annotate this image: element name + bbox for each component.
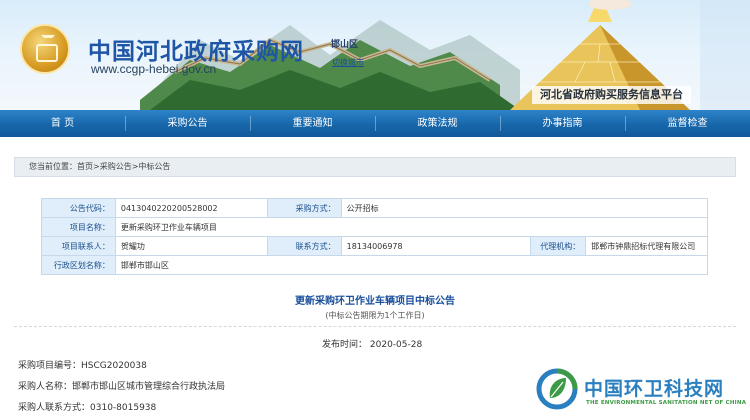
agency-label: 代理机构： <box>530 236 587 256</box>
nav-item-policies[interactable]: 政策法规 <box>375 110 500 137</box>
district-value: 邯郸市邯山区 <box>114 255 709 275</box>
nav-item-supervision[interactable]: 监督检查 <box>625 110 750 137</box>
purchaser-name: 采购人名称：邯郸市邯山区城市管理综合行政执法局 <box>18 379 225 392</box>
publish-time-value: 2020-05-28 <box>369 340 423 350</box>
breadcrumb-current: 中标公告 <box>138 162 171 171</box>
breadcrumb: 您当前位置：首页>采购公告>中标公告 <box>14 157 736 177</box>
divider <box>14 326 736 327</box>
district-label: 行政区划名称： <box>41 255 116 275</box>
nav-item-procurement-notice[interactable]: 采购公告 <box>125 110 250 137</box>
project-name-value: 更新采购环卫作业车辆项目 <box>114 217 709 237</box>
breadcrumb-section[interactable]: 采购公告 <box>100 162 132 171</box>
purchaser-name-label: 采购人名称： <box>18 382 73 392</box>
procurement-project-number: 采购项目编号：HSCG2020038 <box>18 358 147 371</box>
purchaser-contact: 采购人联系方式：0310-8015938 <box>18 400 156 413</box>
project-number-value: HSCG2020038 <box>81 361 147 371</box>
main-nav: 首 页 采购公告 重要通知 政策法规 办事指南 监督检查 <box>0 110 750 137</box>
nav-item-important-notice[interactable]: 重要通知 <box>250 110 375 137</box>
table-row: 行政区划名称： 邯郸市邯山区 <box>41 255 709 275</box>
breadcrumb-prefix: 您当前位置： <box>29 162 77 171</box>
notice-title: 更新采购环卫作业车辆项目中标公告 <box>295 296 455 307</box>
publish-time-label: 发布时间： <box>322 340 368 350</box>
table-row: 公告代码： 0413040220200528002 采购方式： 公开招标 <box>41 198 709 218</box>
table-row: 项目联系人： 贺耀功 联系方式： 18134006978 代理机构： 邯郸市钟鼎… <box>41 236 708 256</box>
announcement-code-value: 0413040220200528002 <box>114 198 268 218</box>
purchaser-contact-value: 0310-8015938 <box>90 403 157 413</box>
watermark-subtext: THE ENVIRONMENTAL SANITATION NET OF CHIN… <box>586 400 747 406</box>
government-emblem-icon <box>20 24 70 74</box>
announcement-info-table: 公告代码： 0413040220200528002 采购方式： 公开招标 项目名… <box>41 198 709 275</box>
breadcrumb-separator: > <box>93 162 100 171</box>
agency-value: 邯郸市钟鼎招标代理有限公司 <box>585 236 708 256</box>
nav-item-home[interactable]: 首 页 <box>0 110 125 137</box>
contact-phone-value: 18134006978 <box>340 236 532 256</box>
purchaser-contact-label: 采购人联系方式： <box>18 403 91 413</box>
switch-city-link[interactable]: 切换城市 <box>332 57 364 68</box>
header-banner: 中国河北政府采购网 www.ccgp-hebei.gov.cn 邯山区 切换城市… <box>0 0 750 110</box>
watermark-logo-icon <box>536 368 578 410</box>
watermark-text: 中国环卫科技网 <box>584 378 725 400</box>
table-row: 项目名称： 更新采购环卫作业车辆项目 <box>41 217 709 237</box>
purchaser-name-value: 邯郸市邯山区城市管理综合行政执法局 <box>72 382 226 392</box>
procurement-method-label: 采购方式： <box>266 198 342 218</box>
project-name-label: 项目名称： <box>41 217 116 237</box>
current-region: 邯山区 <box>331 40 359 50</box>
nav-item-guide[interactable]: 办事指南 <box>500 110 625 137</box>
notice-subtitle: (中标公告期限为1个工作日) <box>325 311 425 320</box>
project-number-label: 采购项目编号： <box>18 361 82 371</box>
site-title[interactable]: 中国河北政府采购网 <box>88 32 304 66</box>
platform-name[interactable]: 河北省政府购买服务信息平台 <box>532 86 691 104</box>
site-url: www.ccgp-hebei.gov.cn <box>91 62 217 76</box>
publish-time: 发布时间： 2020-05-28 <box>322 337 422 350</box>
project-contact-value: 贺耀功 <box>114 236 268 256</box>
project-contact-label: 项目联系人： <box>41 236 116 256</box>
procurement-method-value: 公开招标 <box>340 198 709 218</box>
announcement-code-label: 公告代码： <box>41 198 116 218</box>
contact-phone-label: 联系方式： <box>266 236 342 256</box>
breadcrumb-home[interactable]: 首页 <box>77 162 93 171</box>
